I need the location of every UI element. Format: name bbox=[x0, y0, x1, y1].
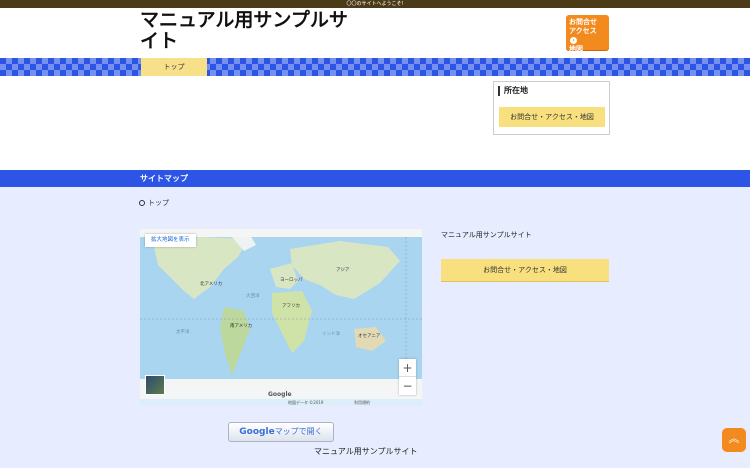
map-label-indian: インド洋 bbox=[322, 332, 340, 337]
location-contact-button[interactable]: お問合せ・アクセス・地図 bbox=[499, 107, 605, 127]
map-label-oceania: オセアニア bbox=[358, 334, 381, 339]
contact-button[interactable]: お問合せ アクセス › 地図 bbox=[566, 15, 609, 53]
address-contact-button[interactable]: お問合せ・アクセス・地図 bbox=[441, 259, 609, 281]
sitemap-link-label: トップ bbox=[148, 199, 169, 207]
map-label-south-america: 南アメリカ bbox=[230, 324, 253, 329]
map-data-credit: 地図データ ©2019 bbox=[288, 400, 324, 405]
google-map[interactable]: 北アメリカ ヨーロッパ アジア アフリカ 南アメリカ オセアニア 大西洋 太平洋… bbox=[140, 229, 422, 406]
address-site-name: マニュアル用サンプルサイト bbox=[441, 231, 532, 239]
double-chevron-up-icon: ︽ bbox=[728, 432, 740, 445]
map-label-asia: アジア bbox=[336, 268, 350, 273]
location-box: 所在地 お問合せ・アクセス・地図 bbox=[493, 81, 610, 135]
zoom-in-button[interactable]: + bbox=[399, 359, 416, 377]
expand-map-link[interactable]: 拡大地図を表示 bbox=[145, 234, 196, 247]
world-map-graphic bbox=[140, 229, 422, 399]
map-terms-link[interactable]: 利用規約 bbox=[354, 399, 370, 406]
welcome-bar: 〇〇のサイトへようこそ! bbox=[0, 0, 750, 8]
location-title: 所在地 bbox=[498, 86, 528, 96]
zoom-out-button[interactable]: − bbox=[399, 377, 416, 395]
map-label-north-america: 北アメリカ bbox=[200, 282, 223, 287]
nav-band bbox=[0, 58, 750, 76]
page-top-button[interactable]: ︽ bbox=[722, 428, 746, 452]
google-brand: Google bbox=[239, 427, 275, 437]
map-label-europe: ヨーロッパ bbox=[280, 278, 303, 283]
footer-site-name: マニュアル用サンプルサイト bbox=[314, 447, 418, 456]
nav-item-top[interactable]: トップ bbox=[141, 58, 207, 76]
map-label-pacific: 太平洋 bbox=[176, 330, 190, 335]
map-label-africa: アフリカ bbox=[282, 304, 300, 309]
google-logo: Google bbox=[268, 391, 292, 398]
open-map-label: マップで開く bbox=[274, 427, 323, 436]
map-footer: 地図データ ©2019 利用規約 bbox=[140, 399, 422, 406]
arrow-right-icon: › bbox=[570, 37, 577, 44]
site-title[interactable]: マニュアル用サンプルサイト bbox=[140, 10, 350, 52]
contact-button-label: お問合せ アクセス › 地図 bbox=[569, 18, 597, 53]
open-in-google-maps-button[interactable]: Googleマップで開く bbox=[228, 422, 334, 442]
map-label-atlantic: 大西洋 bbox=[246, 294, 260, 299]
sitemap-heading: サイトマップ bbox=[0, 170, 750, 187]
zoom-control: + − bbox=[399, 359, 416, 395]
satellite-toggle[interactable] bbox=[145, 375, 165, 395]
bullet-icon bbox=[139, 200, 145, 206]
sitemap-link-top[interactable]: トップ bbox=[139, 199, 169, 208]
